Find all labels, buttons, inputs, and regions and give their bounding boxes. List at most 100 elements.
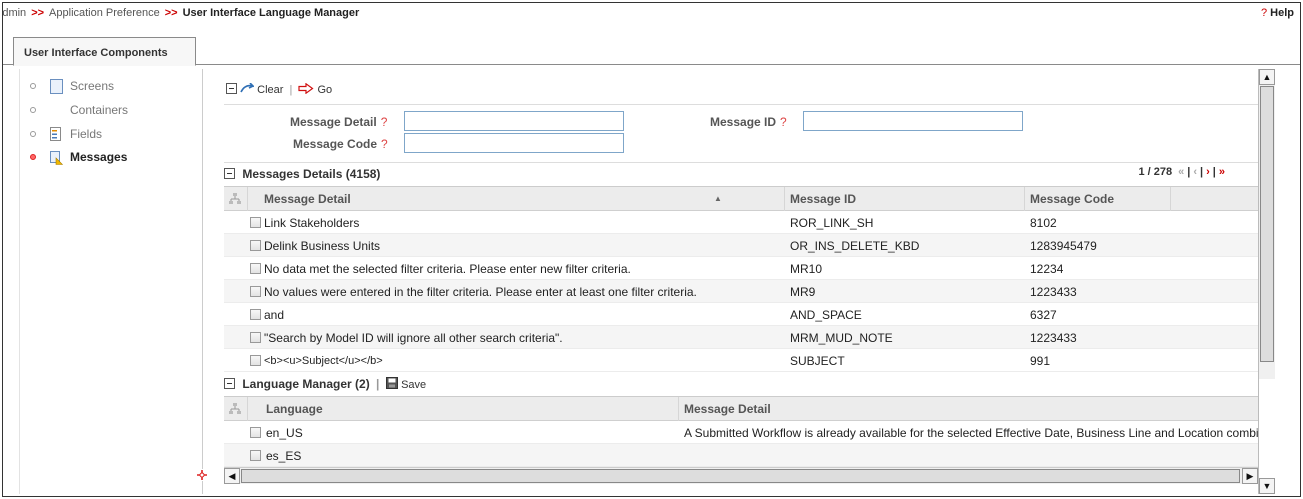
scroll-up-icon[interactable]: ▲: [1259, 69, 1275, 85]
column-message-code[interactable]: Message Code: [1030, 192, 1114, 206]
collapse-icon[interactable]: [226, 83, 237, 94]
message-detail-cell: A Submitted Workflow is already availabl…: [684, 426, 1260, 440]
table-row[interactable]: Link Stakeholders ROR_LINK_SH 8102: [224, 211, 1260, 234]
breadcrumb-application-preference[interactable]: Application Preference: [49, 7, 160, 19]
table-row[interactable]: <b><u>Subject</u></b> SUBJECT 991: [224, 349, 1260, 372]
message-code-cell: 1283945479: [1030, 239, 1097, 253]
vertical-scroll-thumb[interactable]: [1260, 86, 1274, 362]
message-code-cell: 1223433: [1030, 285, 1077, 299]
page-indicator: 1 / 278: [1138, 166, 1173, 178]
language-table: Language Message Detail en_US A Submitted…: [224, 396, 1260, 467]
sidebar: Screens Containers Fields Messages: [19, 69, 203, 494]
breadcrumb-current: User Interface Language Manager: [182, 7, 360, 19]
row-checkbox[interactable]: [250, 240, 261, 251]
sidebar-item-label: Fields: [70, 127, 103, 141]
scroll-right-icon[interactable]: ▶: [1242, 468, 1258, 484]
prev-page-icon[interactable]: ‹: [1193, 166, 1197, 178]
scroll-left-icon[interactable]: ◀: [224, 468, 240, 484]
resize-handle-icon[interactable]: [196, 469, 208, 481]
vertical-scrollbar-lower[interactable]: ▼: [1258, 379, 1275, 494]
column-language[interactable]: Language: [266, 402, 323, 416]
clear-icon: [240, 82, 256, 93]
table-row[interactable]: Delink Business Units OR_INS_DELETE_KBD 12…: [224, 234, 1260, 257]
message-code-cell: 8102: [1030, 216, 1057, 230]
bullet-icon: [30, 83, 36, 89]
clear-button[interactable]: Clear: [257, 84, 283, 96]
breadcrumb-admin[interactable]: Admin: [3, 7, 26, 19]
row-checkbox[interactable]: [250, 450, 261, 461]
language-cell: en_US: [266, 426, 303, 440]
column-divider: [1024, 187, 1025, 211]
pagination: 1 / 278 «| ‹ | › |»: [1138, 166, 1225, 178]
message-detail-cell: <b><u>Subject</u></b>: [264, 355, 383, 367]
vertical-scrollbar[interactable]: ▲: [1258, 69, 1275, 379]
bullet-icon: [30, 131, 36, 137]
table-header: Language Message Detail: [224, 397, 1260, 421]
column-message-detail[interactable]: Message Detail: [684, 402, 771, 416]
row-checkbox[interactable]: [250, 263, 261, 274]
help-icon: ?: [1261, 7, 1268, 19]
message-detail-cell: Link Stakeholders: [264, 216, 360, 230]
table-row[interactable]: es_ES: [224, 444, 1260, 467]
hierarchy-icon[interactable]: [228, 402, 242, 416]
message-id-cell: MR10: [790, 262, 823, 276]
sidebar-item-label: Screens: [70, 79, 115, 93]
row-checkbox[interactable]: [250, 355, 261, 366]
column-divider: [1170, 187, 1171, 211]
screen-icon: [50, 79, 63, 94]
message-id-cell: MR9: [790, 285, 816, 299]
help-icon: ?: [780, 115, 787, 129]
first-page-icon[interactable]: «: [1178, 166, 1184, 178]
table-row[interactable]: "Search by Model ID will ignore all othe…: [224, 326, 1260, 349]
table-row[interactable]: No data met the selected filter criteria…: [224, 257, 1260, 280]
row-checkbox[interactable]: [250, 309, 261, 320]
message-id-input[interactable]: [803, 111, 1023, 131]
horizontal-scrollbar[interactable]: ◀ ▶: [224, 467, 1258, 484]
toolbar-divider: |: [376, 377, 380, 391]
message-code-cell: 991: [1030, 354, 1051, 368]
collapse-icon[interactable]: [224, 378, 235, 389]
row-checkbox[interactable]: [250, 286, 261, 297]
last-page-icon[interactable]: »: [1219, 166, 1225, 178]
tab-user-interface-components[interactable]: User Interface Components: [13, 37, 196, 66]
hierarchy-icon[interactable]: [228, 192, 242, 206]
language-manager-section-header: Language Manager (2) | Save: [224, 377, 426, 395]
go-arrow-icon: [298, 82, 314, 95]
help-link[interactable]: ? Help: [1261, 7, 1294, 19]
message-id-cell: SUBJECT: [790, 354, 845, 368]
bullet-icon: [30, 154, 36, 160]
main-panel: Clear | Go Message Detail? Message ID? M…: [196, 69, 1270, 494]
message-code-input[interactable]: [404, 133, 624, 153]
search-panel: Message Detail? Message ID? Message Code…: [224, 104, 1268, 163]
message-detail-label: Message Detail?: [290, 115, 388, 129]
sidebar-item-label: Containers: [70, 103, 129, 117]
message-code-cell: 6327: [1030, 308, 1057, 322]
column-divider: [678, 397, 679, 421]
fields-icon: [50, 127, 61, 141]
tab-bar: User Interface Components: [3, 37, 1300, 66]
sort-ascending-icon[interactable]: ▲: [714, 194, 722, 203]
collapse-icon[interactable]: [224, 168, 235, 179]
language-cell: es_ES: [266, 449, 302, 463]
save-icon: [385, 377, 398, 389]
table-row[interactable]: and AND_SPACE 6327: [224, 303, 1260, 326]
help-icon: ?: [381, 137, 388, 151]
message-id-label: Message ID?: [710, 115, 787, 129]
scroll-down-icon[interactable]: ▼: [1259, 478, 1275, 494]
message-code-cell: 12234: [1030, 262, 1064, 276]
table-row[interactable]: No values were entered in the filter cri…: [224, 280, 1260, 303]
column-message-detail[interactable]: Message Detail: [264, 192, 351, 206]
message-detail-input[interactable]: [404, 111, 624, 131]
help-label: Help: [1270, 7, 1294, 19]
row-checkbox[interactable]: [250, 332, 261, 343]
next-page-icon[interactable]: ›: [1206, 166, 1210, 178]
column-message-id[interactable]: Message ID: [790, 192, 856, 206]
row-checkbox[interactable]: [250, 427, 261, 438]
message-detail-cell: "Search by Model ID will ignore all othe…: [264, 331, 563, 345]
go-button[interactable]: Go: [317, 84, 332, 96]
save-button[interactable]: Save: [401, 379, 426, 391]
row-checkbox[interactable]: [250, 217, 261, 228]
breadcrumb-separator: >>: [164, 7, 178, 19]
horizontal-scroll-thumb[interactable]: [241, 469, 1240, 483]
table-row[interactable]: en_US A Submitted Workflow is already ava…: [224, 421, 1260, 444]
